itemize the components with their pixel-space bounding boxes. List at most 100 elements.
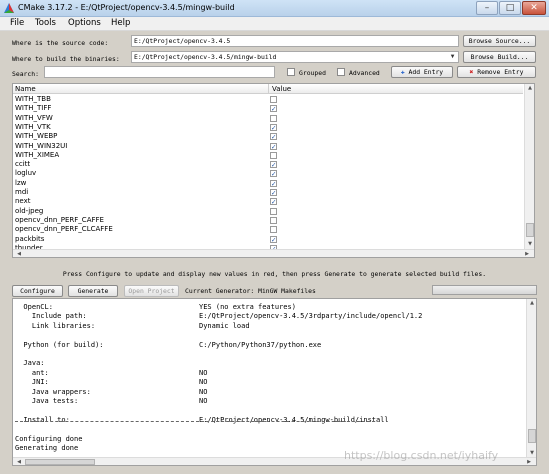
- table-row[interactable]: lzw ✓: [13, 179, 523, 188]
- cache-entry-checkbox[interactable]: ✓: [270, 170, 277, 178]
- info-text: Press Configure to update and display ne…: [62, 270, 487, 278]
- menu-options[interactable]: Options: [68, 18, 101, 28]
- output-line-value: NO: [199, 397, 208, 405]
- output-scroll-thumb[interactable]: [528, 429, 536, 443]
- build-path-combobox[interactable]: E:/QtProject/opencv-3.4.5/mingw-build ▼: [131, 51, 459, 63]
- window-title: CMake 3.17.2 - E:/QtProject/opencv-3.4.5…: [18, 3, 235, 12]
- output-line-value: E:/QtProject/opencv-3.4.5/mingw-build/in…: [199, 415, 389, 424]
- output-configuring-done: Configuring done: [15, 435, 83, 443]
- column-divider: [268, 84, 269, 94]
- table-row[interactable]: ccitt ✓: [13, 160, 523, 169]
- output-line-key: Java wrappers:: [15, 387, 91, 396]
- plus-icon: ✚: [400, 68, 405, 76]
- output-line-value: NO: [199, 368, 208, 377]
- table-row[interactable]: opencv_dnn_PERF_CAFFE: [13, 216, 523, 225]
- scroll-down-icon[interactable]: ▼: [525, 240, 534, 248]
- cache-entry-checkbox[interactable]: [270, 114, 277, 122]
- cache-entry-name: lzw: [15, 178, 27, 187]
- output-line-key: OpenCL:: [15, 303, 53, 311]
- table-row[interactable]: WITH_TIFF ✓: [13, 104, 523, 113]
- cache-entry-checkbox[interactable]: [270, 226, 277, 234]
- browse-build-button[interactable]: Browse Build...: [463, 51, 536, 63]
- scroll-left-icon[interactable]: ◀: [15, 250, 23, 257]
- output-scroll-left-icon[interactable]: ◀: [15, 458, 23, 465]
- scroll-up-icon[interactable]: ▲: [525, 84, 534, 92]
- configure-button[interactable]: Configure: [12, 285, 63, 297]
- generate-button[interactable]: Generate: [68, 285, 118, 297]
- cache-entry-name: WITH_WIN32UI: [15, 141, 68, 150]
- output-scroll-up-icon[interactable]: ▲: [527, 299, 536, 307]
- close-button[interactable]: ✕: [522, 1, 546, 15]
- cache-entry-checkbox[interactable]: ✓: [270, 142, 277, 150]
- remove-entry-button[interactable]: ✖ Remove Entry: [457, 66, 536, 78]
- cache-entry-checkbox[interactable]: [270, 207, 277, 215]
- table-row[interactable]: WITH_TBB: [13, 95, 523, 104]
- current-generator-label: Current Generator: MinGW Makefiles: [185, 287, 316, 295]
- cache-entry-checkbox[interactable]: [270, 96, 277, 103]
- cache-entry-checkbox[interactable]: ✓: [270, 189, 277, 196]
- open-project-button[interactable]: Open Project: [124, 285, 179, 297]
- output-line-key: Include path:: [15, 312, 87, 321]
- progress-bar: [432, 285, 537, 295]
- advanced-checkbox[interactable]: [337, 68, 345, 76]
- cache-entry-checkbox[interactable]: ✓: [270, 133, 277, 140]
- table-row[interactable]: mdi ✓: [13, 188, 523, 197]
- table-row[interactable]: logluv ✓: [13, 169, 523, 178]
- search-input[interactable]: [44, 66, 275, 78]
- output-line-key: Java tests:: [15, 397, 79, 405]
- output-line-value: NO: [199, 378, 208, 387]
- cache-entry-name: next: [15, 197, 31, 206]
- menu-tools[interactable]: Tools: [35, 18, 56, 28]
- menu-file[interactable]: File: [10, 18, 24, 28]
- chevron-down-icon[interactable]: ▼: [448, 53, 457, 61]
- cache-entry-checkbox[interactable]: ✓: [270, 123, 277, 131]
- output-line-value: E:/QtProject/opencv-3.4.5/3rdparty/inclu…: [199, 312, 423, 321]
- maximize-button[interactable]: □: [499, 1, 521, 15]
- table-header: Name Value: [13, 84, 523, 94]
- add-entry-button[interactable]: ✚ Add Entry: [391, 66, 453, 78]
- output-line-value: Dynamic load: [199, 321, 250, 330]
- output-scroll-right-icon[interactable]: ▶: [525, 458, 533, 465]
- output-line-key: JNI:: [15, 378, 49, 387]
- grouped-checkbox[interactable]: [287, 68, 295, 76]
- cache-entry-checkbox[interactable]: ✓: [270, 235, 277, 243]
- table-row[interactable]: next ✓: [13, 197, 523, 206]
- cache-entry-checkbox[interactable]: [270, 151, 277, 159]
- output-hscroll-thumb[interactable]: [25, 459, 95, 465]
- scroll-right-icon[interactable]: ▶: [523, 250, 531, 257]
- cache-entry-name: WITH_WEBP: [15, 132, 58, 141]
- source-path-input[interactable]: E:/QtProject/opencv-3.4.5: [131, 35, 459, 47]
- cache-entry-name: opencv_dnn_PERF_CAFFE: [15, 215, 104, 224]
- grouped-label: Grouped: [299, 69, 326, 77]
- remove-entry-label: Remove Entry: [477, 68, 524, 76]
- cache-entry-checkbox[interactable]: ✓: [270, 179, 277, 187]
- advanced-label: Advanced: [349, 69, 380, 77]
- browse-source-button[interactable]: Browse Source...: [463, 35, 536, 47]
- table-row[interactable]: old-jpeg: [13, 207, 523, 216]
- source-label: Where is the source code:: [12, 39, 109, 47]
- cache-entry-name: logluv: [15, 169, 37, 178]
- table-row[interactable]: opencv_dnn_PERF_CLCAFFE: [13, 225, 523, 234]
- cache-entry-checkbox[interactable]: ✓: [270, 198, 277, 206]
- table-row[interactable]: WITH_WIN32UI ✓: [13, 142, 523, 151]
- table-vertical-scrollbar[interactable]: ▲ ▼: [524, 84, 534, 249]
- table-horizontal-scrollbar[interactable]: ◀ ▶: [13, 249, 534, 257]
- table-row[interactable]: packbits ✓: [13, 235, 523, 244]
- table-row[interactable]: WITH_XIMEA: [13, 151, 523, 160]
- column-header-name[interactable]: Name: [15, 84, 36, 94]
- table-scroll-thumb[interactable]: [526, 223, 534, 237]
- menu-help[interactable]: Help: [111, 18, 130, 28]
- cache-entry-checkbox[interactable]: ✓: [270, 105, 277, 113]
- table-row[interactable]: WITH_VFW: [13, 114, 523, 123]
- column-header-value[interactable]: Value: [272, 84, 291, 94]
- output-separator: [15, 421, 375, 422]
- table-row[interactable]: WITH_WEBP ✓: [13, 132, 523, 141]
- output-vertical-scrollbar[interactable]: ▲ ▼: [526, 299, 536, 457]
- output-line-key: Install to:: [15, 415, 70, 424]
- minimize-button[interactable]: –: [476, 1, 498, 15]
- table-row[interactable]: WITH_VTK ✓: [13, 123, 523, 132]
- output-scroll-down-icon[interactable]: ▼: [527, 449, 536, 457]
- cache-entry-checkbox[interactable]: [270, 216, 277, 224]
- cache-entry-checkbox[interactable]: ✓: [270, 161, 277, 168]
- cache-entry-name: ccitt: [15, 160, 31, 169]
